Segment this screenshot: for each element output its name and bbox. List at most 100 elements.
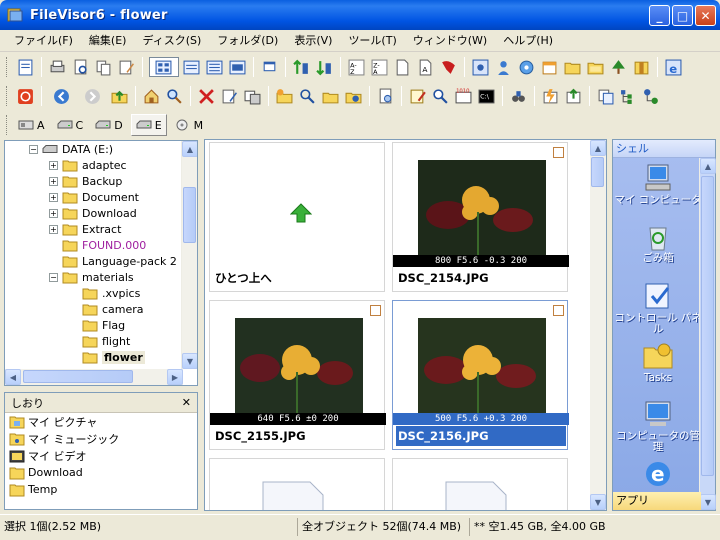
tree-item[interactable]: + Document xyxy=(49,189,139,205)
tree-item[interactable]: + Backup xyxy=(49,173,122,189)
move-icon[interactable] xyxy=(243,86,263,106)
filter-icon[interactable] xyxy=(439,57,459,77)
ie-icon[interactable]: e xyxy=(664,57,684,77)
back-icon[interactable] xyxy=(48,86,76,106)
thumbnail-card[interactable]: 640 F5.6 ±0 200 DSC_2155.JPG xyxy=(209,300,386,450)
shell-item-computer-management[interactable]: コンピュータの管理 xyxy=(613,398,703,453)
clipboard-icon[interactable] xyxy=(596,86,616,106)
tree-view-icon[interactable] xyxy=(619,86,639,106)
notepad-icon[interactable] xyxy=(408,86,428,106)
network-tree-icon[interactable] xyxy=(642,86,662,106)
menu-folder[interactable]: フォルダ(D) xyxy=(209,30,286,52)
menu-edit[interactable]: 編集(E) xyxy=(81,30,135,52)
tree-subitem[interactable]: Flag xyxy=(82,317,125,333)
drive-c[interactable]: C xyxy=(53,114,88,136)
view-mode-icon[interactable] xyxy=(148,57,179,77)
details-view-icon[interactable] xyxy=(182,57,202,77)
close-button[interactable]: ✕ xyxy=(695,5,716,26)
scroll-left-button[interactable]: ◀ xyxy=(5,369,21,385)
menu-help[interactable]: ヘルプ(H) xyxy=(495,30,561,52)
export-icon[interactable] xyxy=(564,86,584,106)
menu-file[interactable]: ファイル(F) xyxy=(6,30,81,52)
tree-subitem-selected[interactable]: flower xyxy=(82,349,145,365)
sort-asc-icon[interactable] xyxy=(292,57,312,77)
rename-icon[interactable] xyxy=(220,86,240,106)
scroll-down-button[interactable]: ▼ xyxy=(590,494,606,510)
bookmark-item[interactable]: Temp xyxy=(5,481,197,498)
archive-icon[interactable] xyxy=(632,57,652,77)
thumbnail-card[interactable]: 800 F5.6 -0.3 200 DSC_2154.JPG xyxy=(392,142,569,292)
tree-item[interactable]: − materials xyxy=(49,269,134,285)
sort-za-icon[interactable]: Z- A xyxy=(370,57,390,77)
tree-subitem[interactable]: .xvpics xyxy=(82,285,140,301)
up-folder-icon[interactable] xyxy=(110,86,130,106)
scroll-thumb[interactable] xyxy=(701,176,714,476)
menu-view[interactable]: 表示(V) xyxy=(286,30,340,52)
file-info-icon[interactable]: A xyxy=(416,57,436,77)
edit-doc-icon[interactable] xyxy=(117,57,137,77)
tree-icon[interactable] xyxy=(609,57,629,77)
binary-search-icon[interactable] xyxy=(431,86,451,106)
thumbnail-vscrollbar[interactable]: ▲ ▼ xyxy=(590,140,606,510)
thumbnail-view[interactable]: ひとつ上へ 800 F5.6 -0.3 200 DSC_2154.JPG 640… xyxy=(204,139,607,511)
drive-e[interactable]: E xyxy=(130,114,167,136)
scroll-thumb[interactable] xyxy=(23,370,133,383)
bookmarks-close-button[interactable]: ✕ xyxy=(182,396,191,409)
shell-item-ie[interactable]: e xyxy=(613,458,703,490)
drive-m[interactable]: M xyxy=(171,114,208,136)
thumbnail-card[interactable] xyxy=(209,458,385,510)
shell-item-tasks[interactable]: Tasks xyxy=(613,340,703,384)
network-icon[interactable] xyxy=(517,57,537,77)
tree-item[interactable]: + adaptec xyxy=(49,157,127,173)
shell-item-control-panel[interactable]: コントロール パネル xyxy=(613,280,703,335)
list-view-icon[interactable] xyxy=(205,57,225,77)
bookmark-item[interactable]: マイ ビデオ xyxy=(5,447,197,464)
user-icon[interactable] xyxy=(494,57,514,77)
properties-icon[interactable] xyxy=(16,57,36,77)
new-folder-icon[interactable] xyxy=(275,86,295,106)
scroll-thumb[interactable] xyxy=(591,157,604,187)
folder-open-icon[interactable] xyxy=(563,57,583,77)
scroll-down-button[interactable]: ▼ xyxy=(700,494,716,510)
bookmark-item[interactable]: マイ ミュージック xyxy=(5,430,197,447)
tree-hscrollbar[interactable]: ◀ ▶ xyxy=(5,369,183,385)
folder-tree[interactable]: − DATA (E:) + adaptec + Backup + Document +… xyxy=(4,140,198,386)
tree-root[interactable]: − DATA (E:) xyxy=(29,141,113,157)
tree-subitem[interactable]: flight xyxy=(82,333,130,349)
shell-item-my-computer[interactable]: マイ コンピュータ xyxy=(613,162,703,206)
flash-icon[interactable] xyxy=(541,86,561,106)
shell-footer[interactable]: アプリ xyxy=(613,492,701,510)
tree-item[interactable]: + Download xyxy=(49,205,137,221)
home-icon[interactable] xyxy=(142,86,162,106)
forward-icon[interactable] xyxy=(79,86,107,106)
calendar-icon[interactable] xyxy=(540,57,560,77)
scroll-up-button[interactable]: ▲ xyxy=(700,158,716,174)
menu-tools[interactable]: ツール(T) xyxy=(340,30,404,52)
print-icon[interactable] xyxy=(48,57,68,77)
tree-vscrollbar[interactable]: ▲ ▼ xyxy=(181,141,197,369)
sort-az-icon[interactable]: A- Z xyxy=(347,57,367,77)
folder-copy-icon[interactable] xyxy=(321,86,341,106)
maximize-button[interactable]: □ xyxy=(672,5,693,26)
tree-item[interactable]: + Extract xyxy=(49,221,121,237)
folder-sync-icon[interactable] xyxy=(344,86,364,106)
drive-a[interactable]: A xyxy=(14,114,49,136)
delete-icon[interactable] xyxy=(197,86,217,106)
scroll-right-button[interactable]: ▶ xyxy=(167,369,183,385)
thumbnail-card-selected[interactable]: 500 F5.6 +0.3 200 DSC_2156.JPG xyxy=(392,300,569,450)
bookmark-item[interactable]: Download xyxy=(5,464,197,481)
hex-icon[interactable]: 1010 xyxy=(454,86,474,106)
scroll-thumb[interactable] xyxy=(183,187,196,243)
folder-icon[interactable] xyxy=(586,57,606,77)
find-file-icon[interactable] xyxy=(71,57,91,77)
shell-item-recycle-bin[interactable]: ごみ箱 xyxy=(613,220,703,264)
console-icon[interactable]: C:\ xyxy=(477,86,497,106)
window-icon[interactable] xyxy=(260,57,280,77)
thumbnail-card-up[interactable]: ひとつ上へ xyxy=(209,142,385,292)
menu-disk[interactable]: ディスク(S) xyxy=(134,30,209,52)
search-icon[interactable] xyxy=(165,86,185,106)
binoculars-icon[interactable] xyxy=(509,86,529,106)
icon-view-icon[interactable] xyxy=(228,57,248,77)
sort-desc-icon[interactable] xyxy=(315,57,335,77)
print-preview-icon[interactable] xyxy=(376,86,396,106)
